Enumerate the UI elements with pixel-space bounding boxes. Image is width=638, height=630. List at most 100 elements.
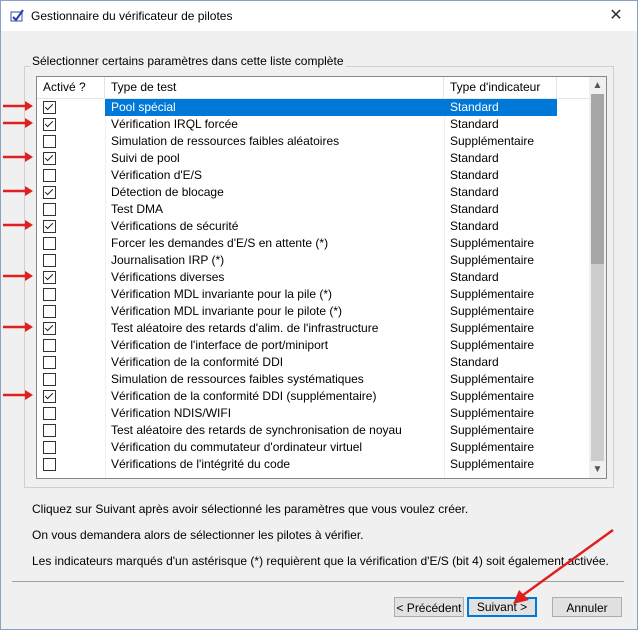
- row-test-name: Vérification d'E/S: [111, 168, 203, 182]
- table-row[interactable]: Vérification de la conformité DDI (suppl…: [37, 388, 589, 405]
- table-row[interactable]: Forcer les demandes d'E/S en attente (*)…: [37, 235, 589, 252]
- row-checkbox[interactable]: [43, 407, 56, 420]
- row-test-name: Vérification de la conformité DDI: [111, 355, 284, 369]
- annotation-arrow-icon: [3, 152, 33, 162]
- row-checkbox[interactable]: [43, 305, 56, 318]
- table-row[interactable]: Vérification de l'interface de port/mini…: [37, 337, 589, 354]
- row-checkbox-cell: [37, 218, 105, 235]
- table-row[interactable]: Vérification MDL invariante pour la pile…: [37, 286, 589, 303]
- row-test-name: Vérification de la conformité DDI (suppl…: [111, 389, 377, 403]
- table-row[interactable]: Vérifications de l'intégrité du code Supp…: [37, 456, 589, 473]
- table-row[interactable]: Vérification MDL invariante pour le pilo…: [37, 303, 589, 320]
- info-text-next: Cliquez sur Suivant après avoir sélectio…: [32, 502, 469, 516]
- back-button[interactable]: < Précédent: [394, 597, 464, 617]
- table-row[interactable]: Pool spécial Standard: [37, 99, 589, 116]
- row-checkbox[interactable]: [43, 339, 56, 352]
- row-checkbox-cell: [37, 422, 105, 439]
- row-checkbox[interactable]: [43, 390, 56, 403]
- column-header-enabled[interactable]: Activé ?: [37, 77, 105, 98]
- settings-list[interactable]: Activé ? Type de test Type d'indicateur …: [36, 76, 607, 479]
- row-checkbox-cell: [37, 252, 105, 269]
- row-flag-type: Standard: [450, 117, 499, 131]
- row-checkbox[interactable]: [43, 203, 56, 216]
- vertical-scrollbar[interactable]: ▲ ▼: [589, 77, 606, 478]
- table-row[interactable]: Journalisation IRP (*) Supplémentaire: [37, 252, 589, 269]
- row-checkbox[interactable]: [43, 118, 56, 131]
- row-flag-type: Supplémentaire: [450, 423, 535, 437]
- row-checkbox[interactable]: [43, 237, 56, 250]
- row-checkbox[interactable]: [43, 458, 56, 471]
- row-test-name: Forcer les demandes d'E/S en attente (*): [111, 236, 329, 250]
- table-row[interactable]: Vérification IRQL forcée Standard: [37, 116, 589, 133]
- row-checkbox[interactable]: [43, 271, 56, 284]
- table-row[interactable]: Test aléatoire des retards d'alim. de l'…: [37, 320, 589, 337]
- row-test-name: Simulation de ressources faibles systéma…: [111, 372, 364, 386]
- row-checkbox[interactable]: [43, 424, 56, 437]
- table-row[interactable]: Simulation de ressources faibles aléatoi…: [37, 133, 589, 150]
- row-checkbox[interactable]: [43, 356, 56, 369]
- row-test-name: Vérification IRQL forcée: [111, 117, 238, 131]
- annotation-arrow-icon: [3, 101, 33, 111]
- row-checkbox[interactable]: [43, 254, 56, 267]
- row-flag-type: Supplémentaire: [450, 457, 535, 471]
- row-flag-type: Standard: [450, 185, 499, 199]
- verifier-app-icon: [10, 9, 24, 22]
- annotation-arrow-icon: [3, 220, 33, 230]
- row-test-name: Vérification NDIS/WIFI: [111, 406, 232, 420]
- row-checkbox[interactable]: [43, 186, 56, 199]
- row-flag-type: Standard: [450, 219, 499, 233]
- row-checkbox-cell: [37, 150, 105, 167]
- row-checkbox-cell: [37, 201, 105, 218]
- table-row[interactable]: Test DMA Standard: [37, 201, 589, 218]
- row-flag-type: Standard: [450, 270, 499, 284]
- row-flag-type: Standard: [450, 355, 499, 369]
- row-test-name: Détection de blocage: [111, 185, 224, 199]
- row-flag-type: Supplémentaire: [450, 287, 535, 301]
- row-test-name: Vérifications de l'intégrité du code: [111, 457, 291, 471]
- row-test-name: Pool spécial: [105, 99, 444, 116]
- row-checkbox[interactable]: [43, 288, 56, 301]
- row-flag-type: Supplémentaire: [450, 338, 535, 352]
- annotation-arrow-icon: [3, 322, 33, 332]
- row-test-name: Vérification MDL invariante pour la pile…: [111, 287, 332, 301]
- row-test-name: Journalisation IRP (*): [111, 253, 225, 267]
- row-test-name: Test aléatoire des retards de synchronis…: [111, 423, 402, 437]
- annotation-arrow-icon: [3, 390, 33, 400]
- row-checkbox-cell: [37, 388, 105, 405]
- row-flag-type: Supplémentaire: [450, 134, 535, 148]
- row-checkbox[interactable]: [43, 169, 56, 182]
- scroll-down-icon[interactable]: ▼: [589, 461, 606, 478]
- row-flag-type: Standard: [444, 99, 557, 116]
- row-checkbox-cell: [37, 235, 105, 252]
- table-row[interactable]: Vérifications de sécurité Standard: [37, 218, 589, 235]
- annotation-arrow-icon: [3, 118, 33, 128]
- scroll-up-icon[interactable]: ▲: [589, 77, 606, 94]
- row-checkbox-cell: [37, 303, 105, 320]
- row-checkbox[interactable]: [43, 441, 56, 454]
- row-checkbox[interactable]: [43, 322, 56, 335]
- row-checkbox[interactable]: [43, 373, 56, 386]
- table-row[interactable]: Simulation de ressources faibles systéma…: [37, 371, 589, 388]
- table-row[interactable]: Suivi de pool Standard: [37, 150, 589, 167]
- row-checkbox[interactable]: [43, 101, 56, 114]
- close-button[interactable]: ✕: [595, 1, 637, 31]
- table-row[interactable]: Vérification d'E/S Standard: [37, 167, 589, 184]
- table-row[interactable]: Vérification du commutateur d'ordinateur…: [37, 439, 589, 456]
- scrollbar-track[interactable]: [591, 264, 604, 461]
- table-row[interactable]: Test aléatoire des retards de synchronis…: [37, 422, 589, 439]
- column-header-flag-type[interactable]: Type d'indicateur: [444, 77, 557, 98]
- row-checkbox[interactable]: [43, 220, 56, 233]
- table-row[interactable]: Détection de blocage Standard: [37, 184, 589, 201]
- row-test-name: Test DMA: [111, 202, 164, 216]
- row-checkbox[interactable]: [43, 135, 56, 148]
- row-flag-type: Supplémentaire: [450, 406, 535, 420]
- table-row[interactable]: Vérification NDIS/WIFI Supplémentaire: [37, 405, 589, 422]
- table-row[interactable]: Vérification de la conformité DDI Standar…: [37, 354, 589, 371]
- column-header-test-type[interactable]: Type de test: [105, 77, 444, 98]
- table-row[interactable]: Vérifications diverses Standard: [37, 269, 589, 286]
- row-flag-type: Supplémentaire: [450, 321, 535, 335]
- row-checkbox[interactable]: [43, 152, 56, 165]
- row-flag-type: Standard: [450, 151, 499, 165]
- scrollbar-thumb[interactable]: [591, 94, 604, 264]
- row-checkbox-cell: [37, 184, 105, 201]
